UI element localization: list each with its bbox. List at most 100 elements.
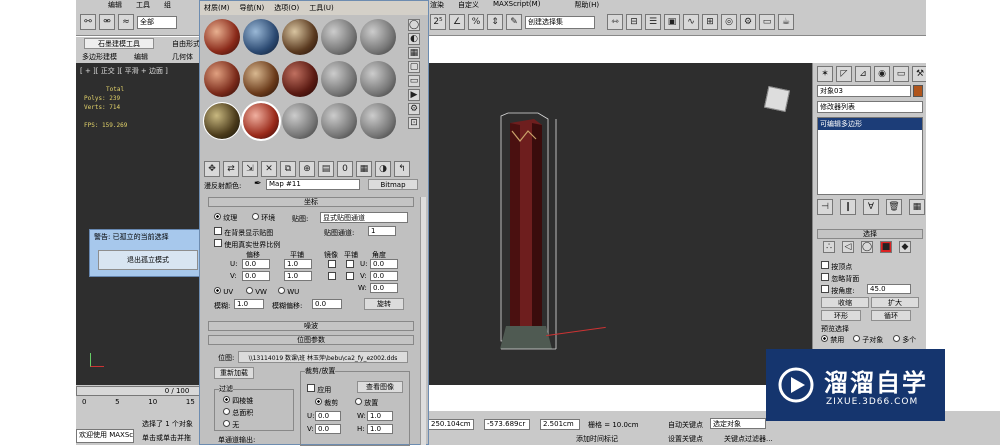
menu-navigation[interactable]: 导航(N) [240,3,265,13]
mapping-dropdown[interactable]: 显式贴图通道 [320,212,408,223]
remove-modifier-icon[interactable]: 🗑 [886,199,902,215]
sample-slot[interactable] [204,19,240,55]
menu-group[interactable]: 组 [164,0,171,11]
selection-rollout-header[interactable]: 选择 [817,229,923,239]
x-coordinate[interactable]: 250.104cm [428,419,474,430]
spinner-snap-icon[interactable]: ⇕ [487,14,503,30]
sample-type-icon[interactable]: ◯ [408,19,420,31]
viewcube[interactable] [763,85,791,113]
u-offset-field[interactable]: 0.0 [242,259,270,269]
sample-slot[interactable] [282,103,318,139]
border-icon[interactable]: ◯ [861,241,873,253]
create-tab-icon[interactable]: ✶ [817,66,833,82]
sample-slot[interactable] [282,19,318,55]
video-check-icon[interactable]: ▭ [408,75,420,87]
viewport[interactable]: [ + ][ 正交 ][ 平滑 + 边面 ] Total Polys: 239 … [76,63,812,385]
uv-option[interactable]: UV [214,287,233,296]
exit-isolation-button[interactable]: 退出孤立模式 [98,250,198,270]
v-angle-field[interactable]: 0.0 [370,271,398,281]
modifier-list-dropdown[interactable]: 修改器列表 [817,101,923,113]
show-map-icon[interactable]: ▦ [356,161,372,177]
curve-editor-icon[interactable]: ∿ [683,14,699,30]
shrink-button[interactable]: 收缩 [821,297,869,308]
set-key-label[interactable]: 设置关键点 [668,434,703,444]
preview-subobject-option[interactable]: 子对象 [853,335,883,345]
stack-item-editable-poly[interactable]: 可编辑多边形 [818,118,922,130]
preview-disabled-option[interactable]: 禁用 [821,335,844,345]
ribbon-polygon-modeling[interactable]: 多边形建模 [82,52,117,62]
sample-slot[interactable] [321,103,357,139]
ribbon-tab-freeform[interactable]: 自由形式 [172,39,200,49]
loop-button[interactable]: 循环 [871,310,911,321]
wu-option[interactable]: WU [278,287,299,296]
bitmap-path-button[interactable]: \\13114019 数课\班 林玉萍\bebu\ca2_fy_ez002.dd… [238,351,408,363]
crop-v-field[interactable]: 0.0 [315,424,341,434]
options-icon[interactable]: ⚙ [408,103,420,115]
viewport-label[interactable]: [ + ][ 正交 ][ 平滑 + 边面 ] [80,66,168,76]
show-result-icon[interactable]: ❙ [840,199,856,215]
z-coordinate[interactable]: 2.501cm [540,419,580,430]
blur-field[interactable]: 1.0 [234,299,264,309]
make-unique-icon[interactable]: ∀ [863,199,879,215]
background-icon[interactable]: ▦ [408,47,420,59]
material-editor-scrollbar[interactable] [420,197,426,445]
align-icon[interactable]: ⊟ [626,14,642,30]
select-by-material-icon[interactable]: ⊡ [408,117,420,129]
rotate-button[interactable]: 旋转 [364,298,404,310]
menu-edit[interactable]: 编辑 [108,0,122,11]
put-to-library-icon[interactable]: ▤ [318,161,334,177]
show-end-result-icon[interactable]: ◑ [375,161,391,177]
u-mirror-check[interactable] [328,260,336,268]
auto-key-label[interactable]: 自动关键点 [668,420,703,430]
ribbon-geometry[interactable]: 几何体 [172,52,193,62]
angle-snap-icon[interactable]: ∠ [449,14,465,30]
sample-slot[interactable] [282,61,318,97]
render-frame-icon[interactable]: ▭ [759,14,775,30]
add-time-tag[interactable]: 添加时间标记 [576,434,618,444]
sample-slot[interactable] [321,19,357,55]
menu-material[interactable]: 材质(M) [204,3,230,13]
place-option[interactable]: 放置 [355,398,378,408]
apply-option[interactable]: 应用 [307,384,331,395]
real-world-option[interactable]: 使用真实世界比例 [214,239,280,250]
v-tiling-field[interactable]: 1.0 [284,271,312,281]
ribbon-tab-graphite[interactable]: 石墨建模工具 [84,38,154,49]
map-channel-field[interactable]: 1 [368,226,396,236]
u-tile-check[interactable] [346,260,354,268]
bitmap-params-rollout-header[interactable]: 位图参数 [208,335,414,345]
sample-slot[interactable] [360,19,396,55]
summed-area-option[interactable]: 总面积 [223,408,253,418]
v-offset-field[interactable]: 0.0 [242,271,270,281]
copy-material-icon[interactable]: ⧉ [280,161,296,177]
named-selection-dropdown[interactable]: 创建选择集 [525,15,595,29]
pillar-model[interactable] [496,111,566,361]
reset-map-icon[interactable]: ✕ [261,161,277,177]
coordinates-rollout-header[interactable]: 坐标 [208,197,414,207]
display-tab-icon[interactable]: ▭ [893,66,909,82]
environ-option[interactable]: 环境 [252,213,275,223]
sample-slot[interactable] [360,103,396,139]
unlink-icon[interactable]: ⚮ [99,14,115,30]
sample-slots[interactable] [203,19,400,147]
show-map-on-back-option[interactable]: 在背景显示贴图 [214,227,273,238]
backlight-icon[interactable]: ◐ [408,33,420,45]
mirror-icon[interactable]: ⇿ [607,14,623,30]
y-coordinate[interactable]: -573.689cr [484,419,530,430]
menu-help[interactable]: 帮助(H) [574,0,599,10]
assign-to-selection-icon[interactable]: ⇲ [242,161,258,177]
pin-stack-icon[interactable]: ⊣ [817,199,833,215]
by-angle-option[interactable]: 按角度: [821,285,855,296]
texture-option[interactable]: 纹理 [214,213,237,223]
menu-rendering[interactable]: 渲染 [430,0,444,10]
put-to-scene-icon[interactable]: ⇄ [223,161,239,177]
u-tiling-field[interactable]: 1.0 [284,259,312,269]
map-type-button[interactable]: Bitmap [368,179,418,190]
maxscript-listener[interactable]: 欢迎使用 MAXSc [76,429,134,443]
edge-icon[interactable]: ◁ [842,241,854,253]
u-angle-field[interactable]: 0.0 [370,259,398,269]
sample-slot[interactable] [243,19,279,55]
angle-field[interactable]: 45.0 [867,284,911,294]
ring-button[interactable]: 环形 [821,310,861,321]
get-material-icon[interactable]: ✥ [204,161,220,177]
vertex-icon[interactable]: ∴ [823,241,835,253]
